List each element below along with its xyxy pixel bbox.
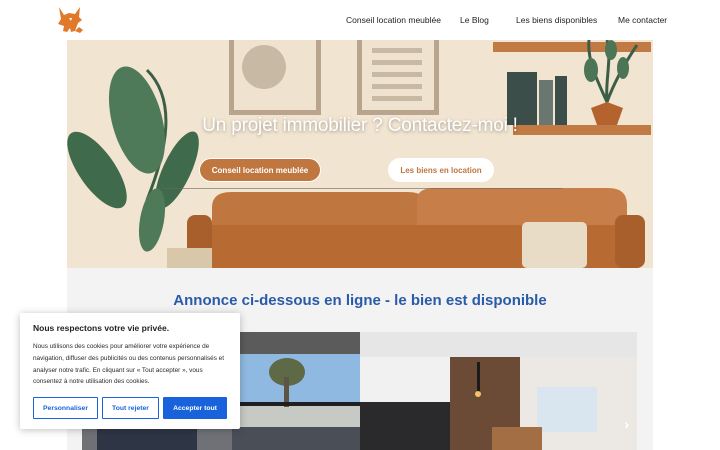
chevron-right-icon[interactable]: ›	[624, 416, 629, 432]
hero-title: Un projet immobilier ? Contactez-moi !	[202, 115, 518, 136]
section-title: Annonce ci-dessous en ligne - le bien es…	[173, 292, 547, 309]
customize-button[interactable]: Personnaliser	[33, 397, 98, 419]
fox-logo-icon[interactable]	[55, 6, 85, 34]
cookie-banner: Nous respectons votre vie privée. Nous u…	[20, 313, 240, 429]
nav-item-blog[interactable]: Le Blog	[460, 15, 489, 25]
cookie-title: Nous respectons votre vie privée.	[33, 323, 170, 333]
biens-location-button[interactable]: Les biens en location	[388, 158, 494, 182]
living-room-illustration	[67, 40, 653, 268]
nav-item-contact[interactable]: Me contacter	[618, 15, 667, 25]
nav-item-biens[interactable]: Les biens disponibles	[516, 15, 597, 25]
site-header: Conseil location meublée Le Blog Les bie…	[0, 0, 720, 40]
reject-all-button[interactable]: Tout rejeter	[102, 397, 159, 419]
nav-item-conseil[interactable]: Conseil location meublée	[346, 15, 441, 25]
accept-all-button[interactable]: Accepter tout	[163, 397, 227, 419]
cookie-text: Nous utilisons des cookies pour améliore…	[33, 343, 225, 386]
hero-banner: Un projet immobilier ? Contactez-moi ! C…	[67, 40, 653, 268]
cookie-buttons: Personnaliser Tout rejeter Accepter tout	[33, 397, 227, 419]
hero-divider	[162, 188, 562, 189]
conseil-location-button[interactable]: Conseil location meublée	[199, 158, 321, 182]
page: Conseil location meublée Le Blog Les bie…	[0, 0, 720, 450]
